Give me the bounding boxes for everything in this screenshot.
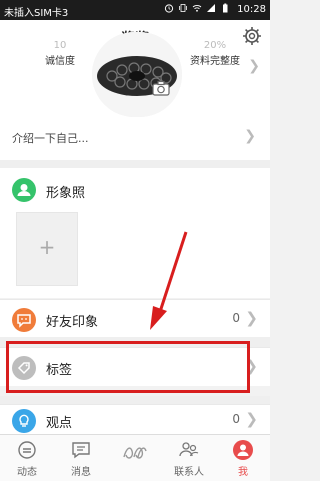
highlight-box <box>6 341 250 393</box>
avatar-image <box>92 32 182 117</box>
lightbulb-icon <box>12 409 36 433</box>
tab-feed[interactable]: 动态 <box>0 439 54 478</box>
impression-count: 0 <box>232 311 240 325</box>
plus-icon: + <box>38 235 56 259</box>
tab-messages[interactable]: 消息 <box>54 439 108 478</box>
chevron-right-icon: ❯ <box>245 309 258 327</box>
section-divider <box>0 160 270 168</box>
tab-contacts[interactable]: 联系人 <box>162 439 216 478</box>
tab-me-label: 我 <box>238 467 248 478</box>
tab-me[interactable]: 我 <box>216 439 270 478</box>
alarm-icon <box>164 4 174 13</box>
bottom-tab-bar: 动态 消息 联系人 我 <box>0 434 270 481</box>
chevron-right-icon: ❯ <box>248 58 260 74</box>
message-icon <box>72 442 90 459</box>
camera-icon[interactable] <box>152 80 170 96</box>
completeness-stat[interactable]: 20% 资料完整度 <box>175 40 255 67</box>
chevron-right-icon: ❯ <box>244 128 256 144</box>
wifi-icon <box>192 5 202 12</box>
status-icons <box>164 3 230 13</box>
intro-text[interactable]: 介绍一下自己... <box>12 130 89 146</box>
me-icon <box>233 440 253 460</box>
credit-label: 诚信度 <box>45 56 75 67</box>
impression-label: 好友印象 <box>46 315 99 330</box>
credit-value: 10 <box>53 40 67 51</box>
logo-icon <box>123 447 147 459</box>
profile-header: 酱酱 10 诚信度 20% 资料完整度 ❯ 介绍一下自己... ❯ <box>0 20 270 160</box>
chevron-right-icon: ❯ <box>245 410 258 428</box>
battery-icon <box>223 3 228 13</box>
user-photo-icon <box>12 178 36 202</box>
completeness-value: 20% <box>203 40 227 51</box>
status-bar: 未插入SIM卡3 10:28 <box>0 0 270 20</box>
vibrate-icon <box>179 4 187 12</box>
signal-icon <box>207 4 215 12</box>
chat-icon <box>12 308 36 332</box>
carrier-text: 未插入SIM卡3 <box>4 8 69 19</box>
impression-row[interactable]: 好友印象 0 ❯ <box>0 299 270 338</box>
tab-feed-label: 动态 <box>17 467 37 478</box>
completeness-label: 资料完整度 <box>190 56 240 67</box>
tab-messages-label: 消息 <box>71 467 91 478</box>
tab-home[interactable] <box>108 439 162 467</box>
section-divider <box>0 396 270 404</box>
views-label: 观点 <box>46 416 73 431</box>
clock-text: 10:28 <box>237 4 266 15</box>
tab-contacts-label: 联系人 <box>174 467 204 478</box>
photo-section: 形象照 + <box>0 168 270 298</box>
views-row[interactable]: 观点 0 ❯ <box>0 404 270 435</box>
avatar[interactable] <box>92 32 182 117</box>
feed-icon <box>18 441 36 459</box>
photo-section-label: 形象照 <box>46 186 86 201</box>
credit-stat[interactable]: 10 诚信度 <box>35 40 85 67</box>
contacts-icon <box>179 442 199 457</box>
views-count: 0 <box>232 412 240 426</box>
add-photo-button[interactable]: + <box>16 212 78 286</box>
